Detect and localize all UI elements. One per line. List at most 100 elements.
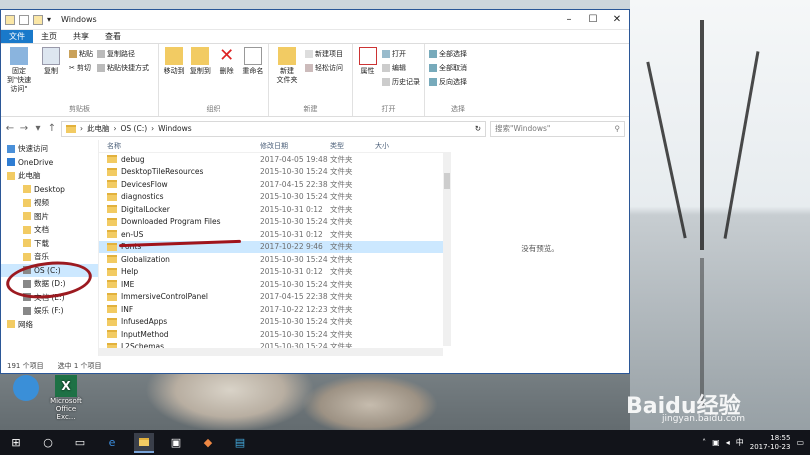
table-row[interactable]: DesktopTileResources 2015-10-30 15:24 文件夹 <box>99 166 451 179</box>
invert-selection-button[interactable]: 反向选择 <box>429 77 467 87</box>
table-row[interactable]: diagnostics 2015-10-30 15:24 文件夹 <box>99 191 451 204</box>
cortana-button[interactable]: ○ <box>38 433 58 453</box>
file-name: Downloaded Program Files <box>121 217 221 227</box>
chevron-up-icon[interactable]: ˄ <box>702 438 706 447</box>
nav-item-13[interactable]: 网络 <box>1 318 98 332</box>
start-button[interactable]: ⊞ <box>6 433 26 453</box>
forward-icon[interactable]: → <box>19 123 29 134</box>
column-size[interactable]: 大小 <box>375 141 389 151</box>
select-none-button[interactable]: 全部取消 <box>429 63 467 73</box>
nav-item-3[interactable]: Desktop <box>1 183 98 197</box>
table-row[interactable]: Help 2015-10-31 0:12 文件夹 <box>99 266 451 279</box>
tab-file[interactable]: 文件 <box>1 30 33 43</box>
desktop-icon-network[interactable] <box>6 375 46 401</box>
table-row[interactable]: Downloaded Program Files 2015-10-30 15:24… <box>99 216 451 229</box>
recent-icon[interactable]: ▾ <box>33 123 43 134</box>
close-button[interactable]: ✕ <box>605 11 629 29</box>
nav-item-12[interactable]: 娱乐 (F:) <box>1 304 98 318</box>
search-input[interactable]: 搜索"Windows" ⚲ <box>490 120 625 137</box>
easy-access-button[interactable]: 轻松访问 <box>305 63 343 73</box>
properties-icon[interactable] <box>19 14 29 25</box>
nav-item-2[interactable]: 此电脑 <box>1 169 98 183</box>
app2-button[interactable]: ▤ <box>230 433 250 453</box>
pin-quick-access-button[interactable]: 固定到"快速访问" <box>5 47 33 104</box>
up-icon[interactable]: ↑ <box>47 123 57 134</box>
table-row[interactable]: Globalization 2015-10-30 15:24 文件夹 <box>99 253 451 266</box>
task-view-button[interactable]: ▭ <box>70 433 90 453</box>
edge-button[interactable]: e <box>102 433 122 453</box>
breadcrumb-windows[interactable]: Windows <box>158 124 191 133</box>
volume-icon[interactable]: ◂ <box>726 438 730 447</box>
rename-button[interactable]: 重命名 <box>242 47 264 104</box>
new-folder-button[interactable]: 新建 文件夹 <box>273 47 301 104</box>
paste-shortcut-button[interactable]: 粘贴快捷方式 <box>97 63 149 73</box>
address-bar[interactable]: › 此电脑 › OS (C:) › Windows ↻ <box>61 120 486 137</box>
nav-item-5[interactable]: 图片 <box>1 210 98 224</box>
copy-icon <box>42 47 60 65</box>
table-row[interactable]: debug 2017-04-05 19:48 文件夹 <box>99 153 451 166</box>
pin-label: 固定到"快速访问" <box>6 67 32 93</box>
table-row[interactable]: ImmersiveControlPanel 2017-04-15 22:38 文件夹 <box>99 291 451 304</box>
edit-label: 编辑 <box>392 64 406 72</box>
history-button[interactable]: 历史记录 <box>382 77 420 87</box>
tab-view[interactable]: 查看 <box>97 30 129 43</box>
move-to-button[interactable]: 移动到 <box>163 47 185 104</box>
column-date[interactable]: 修改日期 <box>260 141 330 151</box>
nav-item-4[interactable]: 视频 <box>1 196 98 210</box>
nav-item-1[interactable]: OneDrive <box>1 156 98 170</box>
copy-button[interactable]: 复制 <box>37 47 65 104</box>
new-item-button[interactable]: 新建项目 <box>305 49 343 59</box>
breadcrumb-this-pc[interactable]: 此电脑 <box>87 123 110 134</box>
file-explorer-taskbar-button[interactable] <box>134 432 154 453</box>
nav-item-0[interactable]: 快速访问 <box>1 142 98 156</box>
vertical-scrollbar[interactable] <box>443 153 451 346</box>
store-button[interactable]: ▣ <box>166 433 186 453</box>
paste-button[interactable]: 粘贴 <box>69 49 93 59</box>
folder-icon <box>107 205 117 214</box>
network-icon[interactable]: ▣ <box>712 438 720 447</box>
minimize-button[interactable]: – <box>557 11 581 29</box>
breadcrumb-os-c[interactable]: OS (C:) <box>121 124 148 133</box>
table-row[interactable]: InfusedApps 2015-10-30 15:24 文件夹 <box>99 316 451 329</box>
delete-button[interactable]: ✕ 删除 <box>216 47 238 104</box>
table-row[interactable]: IME 2015-10-30 15:24 文件夹 <box>99 278 451 291</box>
folder-icon[interactable] <box>5 14 15 25</box>
tab-share[interactable]: 共享 <box>65 30 97 43</box>
app-button[interactable]: ◆ <box>198 433 218 453</box>
horizontal-scrollbar[interactable] <box>99 348 443 356</box>
scrollbar-thumb[interactable] <box>444 173 450 189</box>
cut-button[interactable]: ✂ 剪切 <box>69 63 93 73</box>
desktop-icon-excel[interactable]: X Microsoft Office Exc... <box>46 375 86 421</box>
new-folder-icon[interactable] <box>33 14 43 25</box>
refresh-icon[interactable]: ↻ <box>475 124 485 133</box>
nav-item-7[interactable]: 下载 <box>1 237 98 251</box>
chevron-down-icon[interactable]: ▾ <box>47 15 51 24</box>
column-name[interactable]: 名称 <box>107 141 260 151</box>
column-type[interactable]: 类型 <box>330 141 375 151</box>
table-row[interactable]: DevicesFlow 2017-04-15 22:38 文件夹 <box>99 178 451 191</box>
breadcrumb-separator: › <box>151 124 155 133</box>
folder-icon <box>23 185 31 194</box>
paste-shortcut-label: 粘贴快捷方式 <box>107 64 149 72</box>
paste-column: 粘贴 ✂ 剪切 <box>69 47 93 104</box>
table-row[interactable]: InputMethod 2015-10-30 15:24 文件夹 <box>99 328 451 341</box>
tab-home[interactable]: 主页 <box>33 30 65 43</box>
select-all-button[interactable]: 全部选择 <box>429 49 467 59</box>
copy-to-button[interactable]: 复制到 <box>189 47 211 104</box>
open-button[interactable]: 打开 <box>382 49 420 59</box>
clock[interactable]: 18:55 2017-10-23 <box>750 434 791 452</box>
properties-button[interactable]: 属性 <box>357 47 378 104</box>
table-row[interactable]: INF 2017-10-22 12:23 文件夹 <box>99 303 451 316</box>
table-row[interactable]: DigitalLocker 2015-10-31 0:12 文件夹 <box>99 203 451 216</box>
table-row[interactable]: en-US 2015-10-31 0:12 文件夹 <box>99 228 451 241</box>
folder-icon <box>107 155 117 164</box>
maximize-button[interactable]: ☐ <box>581 11 605 29</box>
back-icon[interactable]: ← <box>5 123 15 134</box>
copy-path-button[interactable]: 复制路径 <box>97 49 149 59</box>
nav-item-6[interactable]: 文档 <box>1 223 98 237</box>
edit-button[interactable]: 编辑 <box>382 63 420 73</box>
notification-icon[interactable]: ▭ <box>796 438 804 447</box>
circle-icon: ○ <box>43 436 53 449</box>
ime-icon[interactable]: 中 <box>736 437 744 448</box>
new-group-label: 新建 <box>303 105 318 113</box>
